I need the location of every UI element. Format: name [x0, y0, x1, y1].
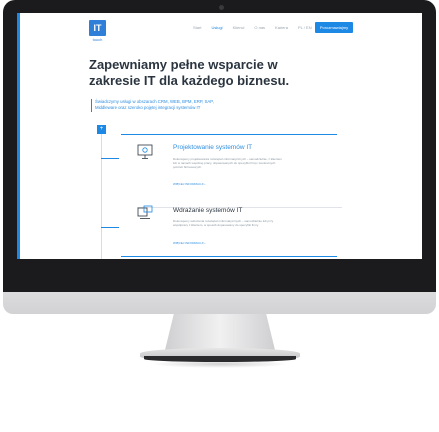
contact-button[interactable]: Porozmawiajmy: [315, 22, 353, 33]
nav-item-about[interactable]: O nas: [254, 25, 265, 30]
card-divider-top: [121, 134, 337, 135]
card-link-design[interactable]: WIĘCEJ INFORMACJI ›: [173, 182, 205, 186]
main-navigation: Start Usługi Klienci O nas Kariera PL / …: [193, 25, 312, 30]
imac-mockup: IT touch Start Usługi Klienci O nas Kari…: [0, 0, 439, 432]
page-title: Zapewniamy pełne wsparcie w zakresie IT …: [89, 57, 319, 89]
language-switch[interactable]: PL / EN: [298, 25, 312, 30]
nav-item-start[interactable]: Start: [193, 25, 201, 30]
monitor-stand-neck: [165, 314, 275, 350]
deployment-icon: [137, 205, 153, 219]
card-title-deployment[interactable]: Wdrażanie systemów IT: [173, 207, 242, 214]
nav-item-services[interactable]: Usługi: [211, 25, 222, 30]
card-link-deployment[interactable]: WIĘCEJ INFORMACJI ›: [173, 241, 205, 245]
title-line-2: zakresie IT dla każdego biznesu.: [89, 73, 290, 88]
subtitle-line-2: Middleware oraz szeroko pojętej integrac…: [95, 105, 201, 110]
logo-subtitle: touch: [92, 37, 103, 42]
card-text-design: Dokonujemy projektowania rozwiązań infor…: [173, 157, 282, 169]
subtitle-line-1: Świadczymy usługi w obszarach CRM, WEB, …: [95, 99, 214, 104]
monitor-design-icon: [137, 144, 153, 159]
timeline-marker[interactable]: +: [97, 125, 106, 134]
camera-icon: [219, 5, 224, 10]
logo[interactable]: IT: [89, 20, 106, 36]
card-divider-bottom: [121, 256, 337, 257]
title-line-1: Zapewniamy pełne wsparcie w: [89, 57, 278, 72]
stand-foot-edge: [144, 356, 296, 362]
left-accent-strip: [17, 13, 20, 259]
card-text-deployment: Dokonujemy wdrożenia rozwiązań informaty…: [173, 219, 274, 227]
subtitle-accent-line: [91, 99, 92, 112]
page-subtitle: Świadczymy usługi w obszarach CRM, WEB, …: [95, 99, 275, 111]
card-title-design[interactable]: Projektowanie systemów IT: [173, 144, 252, 151]
timeline-line: [101, 134, 102, 259]
timeline-tick: [101, 227, 119, 228]
nav-item-career[interactable]: Kariera: [275, 25, 288, 30]
nav-item-clients[interactable]: Klienci: [233, 25, 245, 30]
website-screen: IT touch Start Usługi Klienci O nas Kari…: [17, 13, 422, 259]
timeline-tick: [101, 158, 119, 159]
